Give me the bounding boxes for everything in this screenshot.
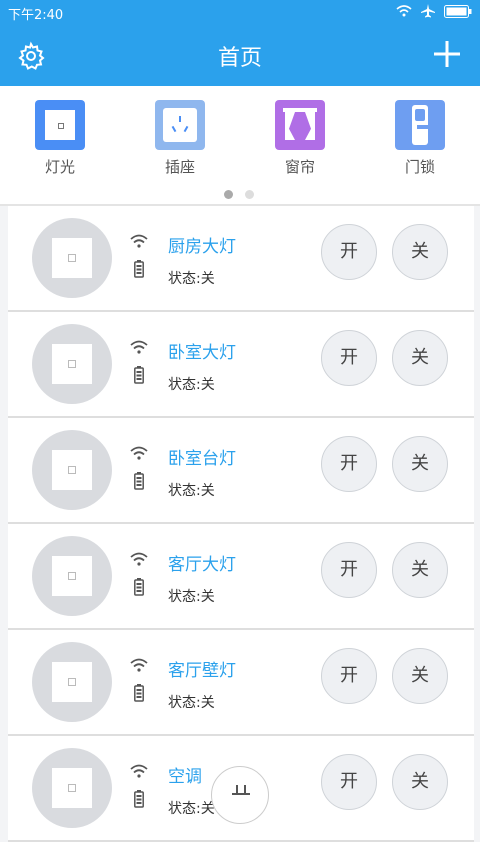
device-name: 厨房大灯 bbox=[168, 237, 236, 257]
turn-off-button[interactable]: 关 bbox=[392, 754, 448, 810]
category-doorlock[interactable]: 门锁 bbox=[380, 100, 460, 177]
turn-on-button[interactable]: 开 bbox=[321, 330, 377, 386]
device-name: 客厅大灯 bbox=[168, 555, 236, 575]
wifi-signal-icon bbox=[130, 764, 148, 778]
wifi-signal-icon bbox=[130, 658, 148, 672]
category-label: 插座 bbox=[164, 158, 195, 176]
device-avatar bbox=[32, 218, 112, 298]
floating-action-button[interactable] bbox=[211, 766, 269, 824]
battery-level-icon bbox=[134, 578, 144, 596]
wifi-signal-icon bbox=[130, 446, 148, 460]
device-name: 卧室大灯 bbox=[168, 343, 236, 363]
category-bar: 灯光 插座 窗帘 门锁 bbox=[0, 86, 480, 204]
page-indicator bbox=[224, 190, 254, 199]
turn-on-button[interactable]: 开 bbox=[321, 224, 377, 280]
turn-on-button[interactable]: 开 bbox=[321, 542, 377, 598]
turn-on-button[interactable]: 开 bbox=[321, 754, 377, 810]
battery-level-icon bbox=[134, 472, 144, 490]
device-name: 卧室台灯 bbox=[168, 449, 236, 469]
device-row: 卧室台灯 状态:关 开 关 bbox=[8, 418, 474, 524]
device-state: 状态:关 bbox=[168, 695, 215, 711]
turn-off-button[interactable]: 关 bbox=[392, 330, 448, 386]
device-avatar bbox=[32, 642, 112, 722]
category-label: 灯光 bbox=[44, 158, 75, 176]
status-time: 下午2:40 bbox=[8, 8, 64, 23]
airplane-icon bbox=[421, 4, 435, 18]
device-list: 厨房大灯 状态:关 开 关 卧室大灯 状态:关 开 关 卧室台灯 状态:关 开 … bbox=[8, 206, 474, 842]
category-light[interactable]: 灯光 bbox=[20, 100, 100, 177]
app-bar: 首页 bbox=[0, 26, 480, 86]
page-dot bbox=[245, 190, 254, 199]
battery-level-icon bbox=[134, 366, 144, 384]
category-label: 窗帘 bbox=[284, 158, 315, 176]
turn-off-button[interactable]: 关 bbox=[392, 436, 448, 492]
device-state: 状态:关 bbox=[168, 589, 215, 605]
device-avatar bbox=[32, 324, 112, 404]
battery-level-icon bbox=[134, 684, 144, 702]
turn-off-button[interactable]: 关 bbox=[392, 542, 448, 598]
device-row: 客厅壁灯 状态:关 开 关 bbox=[8, 630, 474, 736]
turn-on-button[interactable]: 开 bbox=[321, 436, 377, 492]
wifi-icon bbox=[396, 5, 412, 17]
grid-icon bbox=[232, 785, 250, 795]
turn-off-button[interactable]: 关 bbox=[392, 648, 448, 704]
device-row: 客厅大灯 状态:关 开 关 bbox=[8, 524, 474, 630]
door-lock-icon bbox=[395, 100, 445, 150]
turn-off-button[interactable]: 关 bbox=[392, 224, 448, 280]
device-state: 状态:关 bbox=[168, 801, 215, 817]
wifi-signal-icon bbox=[130, 234, 148, 248]
category-label: 门锁 bbox=[404, 158, 435, 176]
status-icons bbox=[396, 3, 472, 19]
page-dot-active bbox=[224, 190, 233, 199]
status-bar: 下午2:40 bbox=[0, 0, 480, 26]
device-avatar bbox=[32, 430, 112, 510]
device-state: 状态:关 bbox=[168, 271, 215, 287]
turn-on-button[interactable]: 开 bbox=[321, 648, 377, 704]
device-row: 厨房大灯 状态:关 开 关 bbox=[8, 206, 474, 312]
device-avatar bbox=[32, 748, 112, 828]
curtain-icon bbox=[275, 100, 325, 150]
light-switch-icon bbox=[35, 100, 85, 150]
battery-icon bbox=[444, 4, 472, 18]
page-title: 首页 bbox=[217, 46, 262, 71]
device-state: 状态:关 bbox=[168, 483, 215, 499]
add-icon[interactable] bbox=[432, 39, 462, 69]
device-name: 客厅壁灯 bbox=[168, 661, 236, 681]
wifi-signal-icon bbox=[130, 340, 148, 354]
wifi-signal-icon bbox=[130, 552, 148, 566]
socket-icon bbox=[155, 100, 205, 150]
category-curtain[interactable]: 窗帘 bbox=[260, 100, 340, 177]
device-name: 空调 bbox=[168, 767, 202, 787]
category-socket[interactable]: 插座 bbox=[140, 100, 220, 177]
device-row: 卧室大灯 状态:关 开 关 bbox=[8, 312, 474, 418]
device-state: 状态:关 bbox=[168, 377, 215, 393]
device-avatar bbox=[32, 536, 112, 616]
battery-level-icon bbox=[134, 260, 144, 278]
